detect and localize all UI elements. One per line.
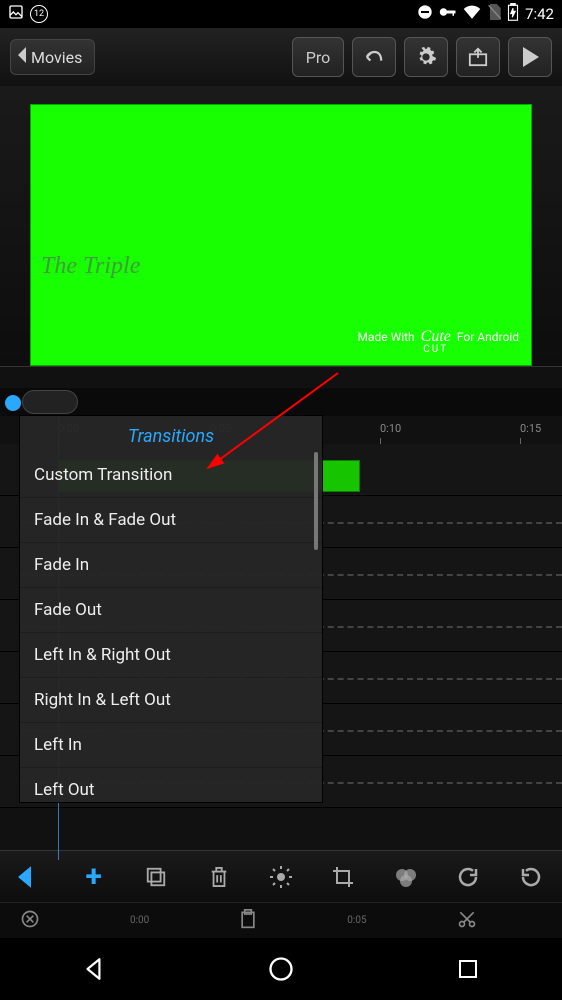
back-label: Movies xyxy=(31,48,82,67)
clipboard-icon[interactable] xyxy=(239,909,257,932)
android-nav-bar xyxy=(0,938,562,1000)
transition-option-right-in-left-out[interactable]: Right In & Left Out xyxy=(20,678,322,723)
share-button[interactable] xyxy=(456,37,500,77)
brightness-button[interactable] xyxy=(261,857,301,897)
top-toolbar: Movies Pro xyxy=(0,28,562,86)
play-button[interactable] xyxy=(508,37,552,77)
battery-charging-icon xyxy=(507,3,519,25)
rotate-ccw-button[interactable] xyxy=(511,857,551,897)
ruler-tick: 0:10 xyxy=(380,422,401,435)
no-sim-icon xyxy=(487,4,501,24)
transition-option-fade-in[interactable]: Fade In xyxy=(20,543,322,588)
delete-button[interactable] xyxy=(199,857,239,897)
settings-button[interactable] xyxy=(404,37,448,77)
undo-button[interactable] xyxy=(352,37,396,77)
transition-option-left-in[interactable]: Left In xyxy=(20,723,322,768)
crop-button[interactable] xyxy=(323,857,363,897)
chevron-left-icon xyxy=(17,47,27,67)
ruler-tick: 0:15 xyxy=(520,422,541,435)
timeline-area: 0:00 0:05 0:10 0:15 Transitions Custom T… xyxy=(0,416,562,860)
transition-option-fade-out[interactable]: Fade Out xyxy=(20,588,322,633)
scrub-knob[interactable] xyxy=(22,390,78,414)
key-icon xyxy=(439,6,457,22)
mini-ruler[interactable]: 0:00 0:05 0:10 0:15 xyxy=(0,902,562,938)
color-button[interactable] xyxy=(386,857,426,897)
transition-option-left-out[interactable]: Left Out xyxy=(20,768,322,802)
nav-back-button[interactable] xyxy=(74,949,114,989)
transitions-popup: Transitions Custom Transition Fade In & … xyxy=(20,416,322,802)
watermark: Made With Cute CUT For Android xyxy=(357,329,519,355)
rotate-cw-button[interactable] xyxy=(448,857,488,897)
copy-button[interactable] xyxy=(136,857,176,897)
transition-option-fade-in-out[interactable]: Fade In & Fade Out xyxy=(20,498,322,543)
preview-overlay-text: The Triple xyxy=(41,253,140,280)
popup-title: Transitions xyxy=(20,416,322,453)
clock-text: 7:42 xyxy=(525,5,554,23)
pro-button[interactable]: Pro xyxy=(292,37,344,77)
notification-count-badge: 12 xyxy=(30,5,48,23)
scrollbar[interactable] xyxy=(314,452,318,550)
scrub-slider-row xyxy=(0,388,562,416)
preview-panel: The Triple Made With Cute CUT For Androi… xyxy=(0,86,562,388)
device-base xyxy=(0,366,562,388)
image-icon xyxy=(8,4,24,24)
back-button[interactable]: Movies xyxy=(10,39,95,75)
segment-toolbar: + xyxy=(0,850,562,902)
nav-recent-button[interactable] xyxy=(448,949,488,989)
status-bar: 12 7:42 xyxy=(0,0,562,28)
preview-screen[interactable]: The Triple Made With Cute CUT For Androi… xyxy=(30,104,532,366)
transition-option-custom[interactable]: Custom Transition xyxy=(20,453,322,498)
dnd-icon xyxy=(417,4,433,24)
scissors-icon[interactable] xyxy=(457,909,477,932)
wifi-icon xyxy=(463,5,481,23)
tool-icon[interactable] xyxy=(20,909,40,932)
add-button[interactable]: + xyxy=(74,857,114,897)
nav-home-button[interactable] xyxy=(261,949,301,989)
back-arrow-button[interactable] xyxy=(11,857,51,897)
transition-option-left-in-right-out[interactable]: Left In & Right Out xyxy=(20,633,322,678)
